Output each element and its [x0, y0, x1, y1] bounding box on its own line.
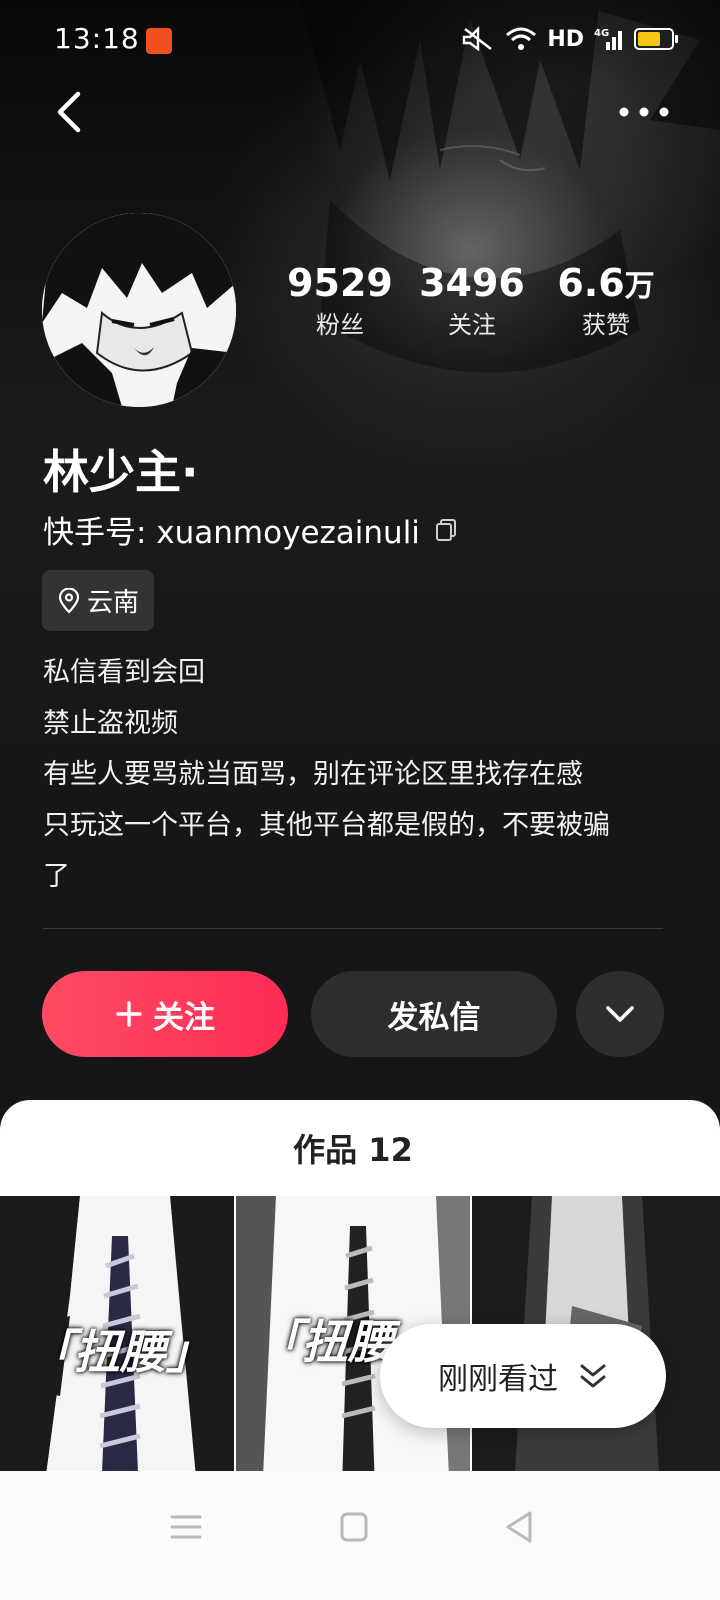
- location-pin-icon: [58, 587, 80, 614]
- thumbnail-caption: 「扭腰: [256, 1315, 394, 1369]
- copy-icon[interactable]: [434, 518, 458, 542]
- stat-following[interactable]: 3496 关注: [402, 260, 542, 340]
- kuaishou-id: 快手号: xuanmoyezainuli: [43, 515, 420, 551]
- profile-name: 林少主·: [43, 445, 199, 499]
- bio-line: 有些人要骂就当面骂，别在评论区里找存在感: [43, 759, 583, 790]
- cellular-signal-icon: 4G: [594, 28, 622, 50]
- back-triangle-icon[interactable]: [500, 1507, 540, 1547]
- double-chevron-down-icon: [580, 1364, 606, 1388]
- divider: [43, 928, 663, 929]
- works-panel: 作品 12 「扭腰」 1416: [0, 1100, 720, 1520]
- stat-label: 粉丝: [316, 311, 364, 339]
- stat-likes[interactable]: 6.6万 获赞: [536, 260, 676, 340]
- bio-line: 只玩这一个平台，其他平台都是假的，不要被骗: [43, 810, 610, 841]
- kuaishou-id-row: 快手号: xuanmoyezainuli: [43, 507, 458, 552]
- chevron-down-icon: [606, 1006, 634, 1022]
- battery-icon: [634, 28, 678, 50]
- plus-icon: [116, 1001, 142, 1027]
- profile-screen: 13:18 HD 4G 9529 粉丝 3496 关注 6.6万 获赞 林少主·…: [0, 0, 720, 1600]
- more-actions-button[interactable]: [576, 971, 664, 1057]
- follow-button[interactable]: 关注: [42, 971, 288, 1057]
- bio-line: 禁止盗视频: [43, 708, 178, 739]
- battery-fill: [638, 32, 660, 46]
- profile-stats: 9529 粉丝 3496 关注 6.6万 获赞: [270, 260, 690, 350]
- notification-app-icon: [146, 28, 172, 54]
- stat-value: 6.6万: [557, 261, 655, 305]
- bio-line: 了: [43, 861, 70, 892]
- message-label: 发私信: [387, 999, 481, 1036]
- wifi-icon: [506, 27, 537, 50]
- location-text: 云南: [86, 588, 139, 618]
- home-square-icon[interactable]: [334, 1507, 374, 1547]
- more-icon[interactable]: [614, 88, 674, 136]
- cover-gradient-overlay: [0, 0, 720, 1120]
- message-button[interactable]: 发私信: [311, 971, 557, 1057]
- stat-label: 关注: [448, 311, 496, 339]
- avatar[interactable]: [42, 213, 236, 407]
- back-icon[interactable]: [46, 86, 98, 138]
- tab-works[interactable]: 作品 12: [0, 1125, 706, 1171]
- stat-value: 9529: [287, 261, 393, 305]
- system-nav-bar: [0, 1471, 720, 1600]
- location-tag[interactable]: 云南: [42, 570, 154, 631]
- menu-icon[interactable]: [166, 1507, 206, 1547]
- status-icons: HD 4G: [461, 26, 678, 52]
- stat-value: 3496: [419, 261, 525, 305]
- stat-label: 获赞: [582, 311, 630, 339]
- bio-line: 私信看到会回: [43, 657, 205, 688]
- status-bar: 13:18 HD 4G: [0, 0, 720, 80]
- stat-followers[interactable]: 9529 粉丝: [270, 260, 410, 340]
- silent-mode-icon: [463, 26, 493, 52]
- status-time: 13:18: [54, 22, 140, 55]
- profile-bio: 私信看到会回 禁止盗视频 有些人要骂就当面骂，别在评论区里找存在感 只玩这一个平…: [43, 647, 663, 902]
- thumbnail-caption: 「扭腰」: [28, 1325, 212, 1379]
- network-label: HD: [547, 26, 584, 52]
- recently-viewed-button[interactable]: 刚刚看过: [380, 1324, 666, 1428]
- follow-label: 关注: [153, 999, 215, 1036]
- svg-text:4G: 4G: [594, 28, 609, 39]
- recently-viewed-label: 刚刚看过: [438, 1362, 558, 1397]
